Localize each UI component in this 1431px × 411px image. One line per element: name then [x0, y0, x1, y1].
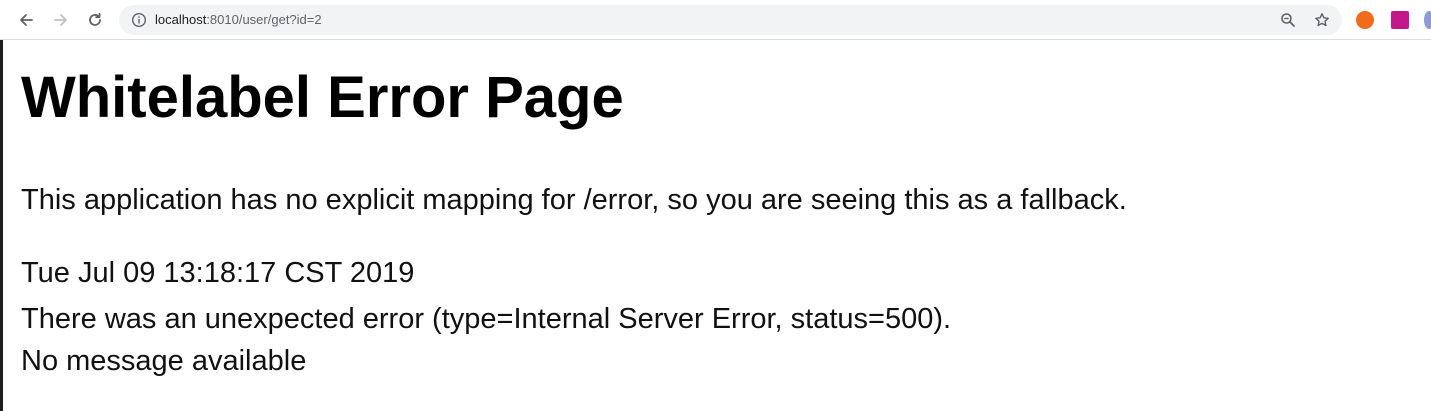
extension-icon[interactable] — [1424, 11, 1431, 29]
extension-icon[interactable] — [1356, 11, 1374, 29]
fallback-message: This application has no explicit mapping… — [21, 184, 1127, 216]
error-timestamp: Tue Jul 09 13:18:17 CST 2019 — [21, 257, 415, 289]
back-button[interactable] — [14, 8, 38, 32]
url-host: localhost — [155, 12, 207, 27]
reload-button[interactable] — [83, 8, 107, 32]
arrow-right-icon — [54, 14, 67, 26]
extension-icon[interactable] — [1391, 11, 1409, 29]
page-content: Whitelabel Error Page — [21, 58, 624, 138]
window-edge — [0, 0, 3, 411]
zoom-icon — [1281, 13, 1295, 27]
page-title: Whitelabel Error Page — [21, 65, 624, 130]
url-text[interactable]: localhost:8010/user/get?id=2 — [155, 5, 322, 35]
bookmark-button[interactable] — [1313, 11, 1331, 29]
error-description: There was an unexpected error (type=Inte… — [21, 303, 952, 335]
forward-button[interactable] — [49, 8, 73, 32]
star-icon — [1315, 13, 1329, 27]
info-icon[interactable] — [131, 12, 147, 28]
url-path: :8010/user/get?id=2 — [206, 12, 322, 27]
reload-icon — [89, 12, 101, 26]
browser-toolbar: localhost:8010/user/get?id=2 — [0, 0, 1431, 40]
error-message: No message available — [21, 345, 307, 377]
zoom-button[interactable] — [1279, 11, 1297, 29]
arrow-left-icon — [20, 14, 33, 26]
address-bar[interactable]: localhost:8010/user/get?id=2 — [119, 5, 1342, 35]
